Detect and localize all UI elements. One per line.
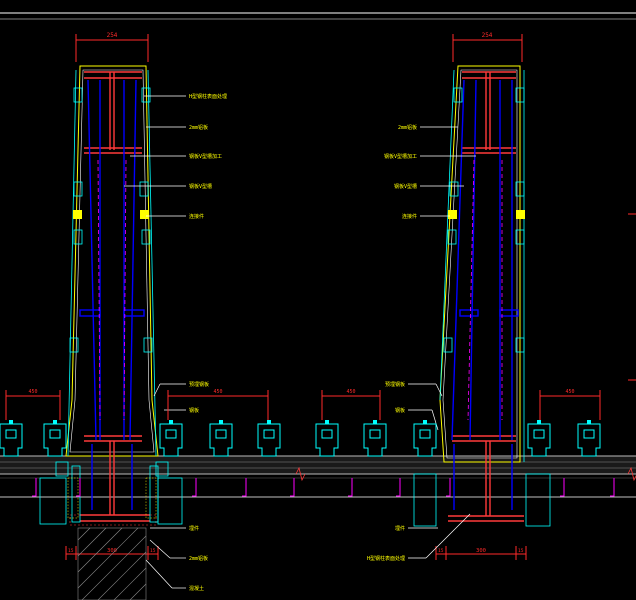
left-callouts: H型钢柱表面处理 2mm铝板 钢板V型槽加工 钢板V型槽 连接件 — [189, 93, 227, 220]
left-callout-leaders — [124, 95, 186, 217]
right-section: 254 2mm铝板 钢板V型槽加工 钢板V型槽 连接件 预埋钢板 钢板 300 … — [367, 32, 551, 562]
bay-dimension-4: 450 — [565, 389, 574, 395]
svg-text:连接件: 连接件 — [189, 213, 204, 220]
left-steel-column — [80, 71, 150, 522]
mullion-cap — [423, 420, 427, 424]
left-top-dimension-label: 254 — [107, 32, 118, 39]
right-bottom-small-right: 15 — [518, 548, 524, 554]
right-lower-callout-2: 钢板 — [395, 407, 405, 414]
right-bottom-callout-2: H型钢柱表面处理 — [367, 555, 405, 562]
right-bottom-small-left: 15 — [438, 548, 444, 554]
mullion-cap — [325, 420, 329, 424]
cad-drawing-canvas: 254 H型钢柱表面处理 2mm铝板 钢板V型槽加工 钢板V型槽 连接件 预埋钢… — [0, 12, 636, 600]
svg-text:钢板V型槽加工: 钢板V型槽加工 — [384, 153, 417, 160]
left-lower-callout-1: 预埋钢板 — [189, 381, 209, 388]
mullion-profile — [413, 423, 437, 457]
bay-dimension-2: 450 — [213, 389, 222, 395]
svg-text:连接件: 连接件 — [402, 213, 417, 220]
right-top-dimension-label: 254 — [482, 32, 493, 39]
left-cladding-inner — [69, 69, 155, 453]
left-concrete-hatch — [77, 527, 147, 600]
mullion-profile — [577, 423, 601, 457]
bay-dimension-3: 450 — [346, 389, 355, 395]
left-bottom-small-left: 15 — [68, 548, 74, 554]
mullion-cap — [537, 420, 541, 424]
svg-text:2mm铝板: 2mm铝板 — [189, 124, 208, 131]
mullion-profile — [209, 423, 233, 457]
left-lower-callout-2: 钢板 — [189, 407, 199, 414]
mullion-cap — [587, 420, 591, 424]
purple-bracket — [242, 478, 247, 497]
mullion-profile — [159, 423, 183, 457]
purple-bracket — [348, 478, 353, 497]
purple-bracket — [32, 478, 37, 497]
svg-text:钢板V型槽: 钢板V型槽 — [394, 183, 417, 190]
left-bottom-callout-2: 2mm铝板 — [189, 555, 208, 562]
svg-text:2mm铝板: 2mm铝板 — [398, 124, 417, 131]
mullion-cap — [169, 420, 173, 424]
purple-bracket — [192, 478, 197, 497]
svg-text:钢板V型槽: 钢板V型槽 — [189, 183, 212, 190]
mullion-profile — [527, 423, 551, 457]
mullion-profile — [0, 423, 23, 457]
floor-slab — [0, 455, 636, 498]
right-bottom-dimension-label: 300 — [476, 548, 486, 554]
mullion-cap — [9, 420, 13, 424]
right-edge-ticks — [628, 213, 636, 381]
mullion-cap — [267, 420, 271, 424]
mullion-cap — [373, 420, 377, 424]
svg-text:钢板V型槽加工: 钢板V型槽加工 — [189, 153, 222, 160]
left-centre-lines — [97, 159, 127, 421]
right-lower-callout-1: 预埋钢板 — [385, 381, 405, 388]
left-bottom-callout-3: 混凝土 — [189, 585, 204, 592]
svg-text:H型钢柱表面处理: H型钢柱表面处理 — [189, 93, 227, 100]
purple-bracket — [610, 478, 615, 497]
purple-bracket — [446, 478, 451, 497]
right-bottom-callout-1: 埋件 — [395, 525, 405, 532]
right-cladding-inner — [442, 69, 518, 459]
mullion-profile — [257, 423, 281, 457]
left-section: 254 H型钢柱表面处理 2mm铝板 钢板V型槽加工 钢板V型槽 连接件 预埋钢… — [39, 32, 227, 600]
left-bottom-small-right: 15 — [150, 548, 156, 554]
mullion-cap — [53, 420, 57, 424]
left-slab-insulation — [67, 477, 157, 519]
right-glass-lines — [451, 79, 519, 510]
left-column-base-hatch — [69, 514, 157, 526]
purple-bracket — [560, 478, 565, 497]
mullion-profile — [43, 423, 67, 457]
left-lower-callout-leaders — [153, 383, 186, 411]
left-bottom-dimension-label: 300 — [107, 548, 117, 554]
mullion-cap — [219, 420, 223, 424]
right-callouts: 2mm铝板 钢板V型槽加工 钢板V型槽 连接件 — [384, 124, 417, 220]
mullion-profile — [363, 423, 387, 457]
purple-bracket — [396, 478, 401, 497]
left-connectors — [69, 87, 153, 353]
left-bottom-callout-1: 埋件 — [189, 525, 199, 532]
bay-dimension-1: 450 — [28, 389, 37, 395]
purple-bracket — [290, 478, 295, 497]
mullion-profile — [315, 423, 339, 457]
left-glass-lines — [79, 79, 145, 510]
left-bottom-callout-leaders — [145, 527, 186, 589]
